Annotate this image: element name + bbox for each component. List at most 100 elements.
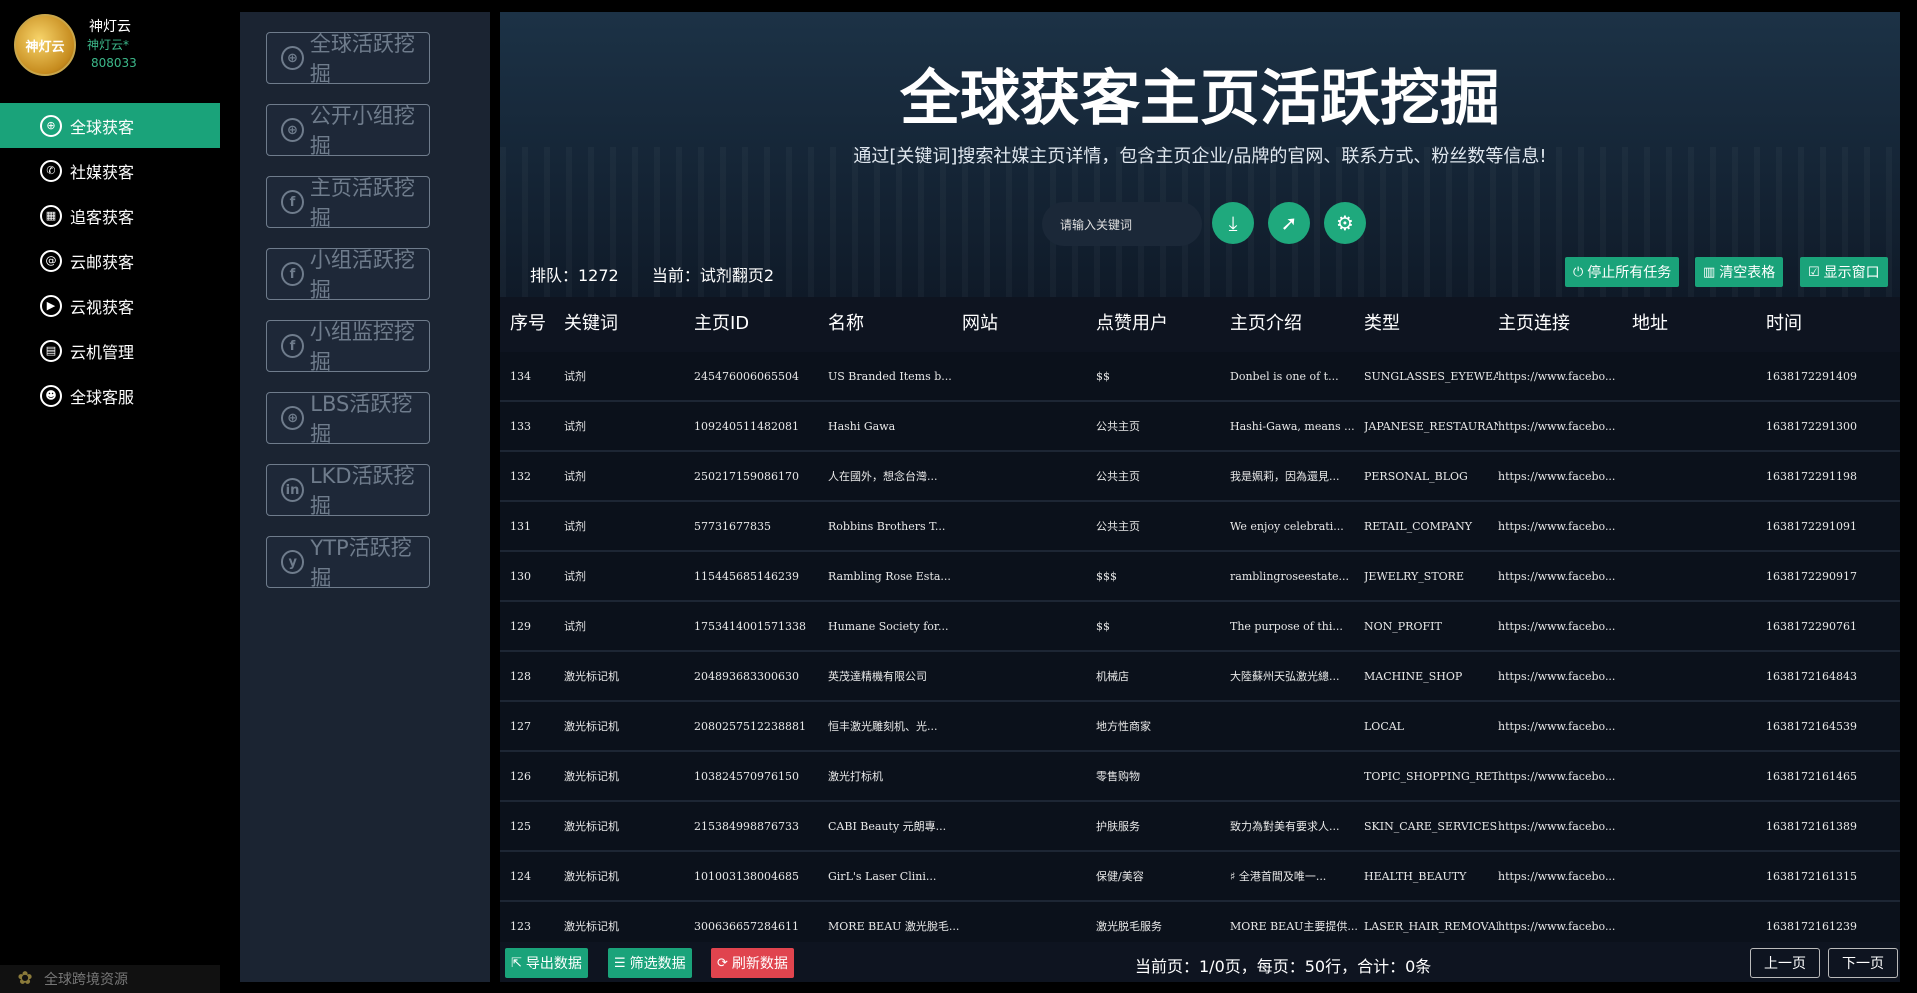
table-row[interactable]: 131 试剂 57731677835 Robbins Brothers T... 公共主… bbox=[500, 502, 1900, 552]
sidebar-item-5[interactable]: ▤ 云机管理 bbox=[0, 328, 220, 373]
settings-button[interactable]: ⚙ bbox=[1324, 202, 1366, 244]
support-icon: ☻ bbox=[40, 384, 62, 407]
filter-button[interactable]: ☰ 筛选数据 bbox=[608, 948, 692, 978]
table-row[interactable]: 126 激光标记机 103824570976150 激光打标机 零售购物 TOPIC_SH… bbox=[500, 752, 1900, 802]
table-footer: ⇱ 导出数据 ☰ 筛选数据 ⟳ 刷新数据 当前页：1/0页，每页：50行，合计：0条 … bbox=[500, 942, 1900, 982]
column-header[interactable]: 时间 bbox=[1766, 309, 1874, 335]
keyword-input[interactable]: 请输入关键词 bbox=[1042, 202, 1202, 246]
sidebar-item-6[interactable]: ☻ 全球客服 bbox=[0, 373, 220, 418]
table-row[interactable]: 124 激光标记机 101003138004685 GirL's Laser Clin… bbox=[500, 852, 1900, 902]
table-row[interactable]: 127 激光标记机 2080257512238881 恒丰激光雕刻机、光... 地方性商… bbox=[500, 702, 1900, 752]
play-icon: ▶ bbox=[40, 294, 62, 317]
table-cell: LASER_HAIR_REMOVAL bbox=[1364, 919, 1498, 933]
table-cell: SKIN_CARE_SERVICES bbox=[1364, 819, 1498, 833]
sidebar-item-label: 全球客服 bbox=[70, 387, 135, 407]
table-cell: 132 bbox=[510, 469, 531, 483]
mining-button-7[interactable]: y YTP活跃挖掘 bbox=[266, 536, 430, 590]
mining-button-1[interactable]: ⊕ 公开小组挖掘 bbox=[266, 104, 430, 158]
click-button[interactable]: ➚ bbox=[1268, 202, 1310, 244]
mining-button-3[interactable]: f 小组活跃挖掘 bbox=[266, 248, 430, 302]
export-label: 导出数据 bbox=[525, 956, 582, 972]
next-page-button[interactable]: 下一页 bbox=[1828, 948, 1898, 978]
table-row[interactable]: 129 试剂 1753414001571338 Humane Society for.… bbox=[500, 602, 1900, 652]
table-row[interactable]: 133 试剂 109240511482081 Hashi Gawa 公共主页 Hashi-… bbox=[500, 402, 1900, 452]
mining-button-2[interactable]: f 主页活跃挖掘 bbox=[266, 176, 430, 230]
refresh-icon: ⟳ bbox=[717, 955, 728, 971]
table-cell: 101003138004685 bbox=[694, 869, 799, 883]
table-cell: 公共主页 bbox=[1096, 520, 1140, 533]
page-title: 全球获客主页活跃挖掘 bbox=[900, 64, 1500, 134]
show-window-button[interactable]: ☑ 显示窗口 bbox=[1800, 257, 1888, 287]
column-header[interactable]: 网站 bbox=[962, 309, 1096, 335]
sidebar-item-label: 全球获客 bbox=[70, 117, 135, 137]
table-cell: SUNGLASSES_EYEWEAR... bbox=[1364, 369, 1498, 383]
table-cell: 护肤服务 bbox=[1096, 820, 1140, 833]
table-row[interactable]: 128 激光标记机 204893683300630 英茂達精機有限公司 机械店 大陸蘇州天… bbox=[500, 652, 1900, 702]
table-cell: 我是姵莉，因為還見... bbox=[1230, 470, 1340, 483]
mining-button-4[interactable]: f 小组监控挖掘 bbox=[266, 320, 430, 374]
table-body: 134 试剂 245476006065504 US Branded Items b..… bbox=[500, 352, 1900, 952]
table-cell: 1638172290761 bbox=[1766, 619, 1857, 633]
stop-all-button[interactable]: ⏻ 停止所有任务 bbox=[1565, 257, 1680, 287]
power-icon: ⏻ bbox=[1573, 264, 1584, 280]
export-button[interactable]: ⇱ 导出数据 bbox=[505, 948, 588, 978]
table-cell: 2080257512238881 bbox=[694, 719, 806, 733]
mining-button-0[interactable]: ⊕ 全球活跃挖掘 bbox=[266, 32, 430, 86]
table-cell: 133 bbox=[510, 419, 531, 433]
column-header[interactable]: 地址 bbox=[1632, 309, 1766, 335]
sidebar-item-label: 社媒获客 bbox=[70, 162, 135, 182]
table-cell: 124 bbox=[510, 869, 531, 883]
facebook-icon: f bbox=[281, 334, 304, 358]
table-cell: Donbel is one of t... bbox=[1230, 369, 1339, 383]
table-cell: US Branded Items b... bbox=[828, 369, 952, 383]
clear-table-button[interactable]: ▥ 清空表格 bbox=[1695, 257, 1784, 287]
prev-page-button[interactable]: 上一页 bbox=[1750, 948, 1820, 978]
column-header[interactable]: 主页介绍 bbox=[1230, 309, 1364, 335]
column-header[interactable]: 主页连接 bbox=[1498, 309, 1632, 335]
table-row[interactable]: 125 激光标记机 215384998876733 CABI Beauty 元朗專..… bbox=[500, 802, 1900, 852]
column-header[interactable]: 主页ID bbox=[694, 309, 828, 335]
column-header[interactable]: 点赞用户 bbox=[1096, 309, 1230, 335]
grid-icon: ▦ bbox=[40, 204, 62, 227]
column-header[interactable]: 类型 bbox=[1364, 309, 1498, 335]
sidebar-item-1[interactable]: ✆ 社媒获客 bbox=[0, 148, 220, 193]
table-cell: 机械店 bbox=[1096, 670, 1129, 683]
table-cell: Hashi Gawa bbox=[828, 419, 896, 433]
table-row[interactable]: 130 试剂 115445685146239 Rambling Rose Esta..… bbox=[500, 552, 1900, 602]
table-cell: Robbins Brothers T... bbox=[828, 519, 946, 533]
table-cell: https://www.facebo... bbox=[1498, 669, 1616, 683]
refresh-label: 刷新数据 bbox=[731, 956, 788, 972]
download-button[interactable]: ⤓ bbox=[1212, 202, 1254, 244]
sidebar-item-4[interactable]: ▶ 云视获客 bbox=[0, 283, 220, 328]
column-header[interactable]: 关键词 bbox=[560, 309, 694, 335]
table-cell: MORE BEAU主要提供... bbox=[1230, 920, 1358, 933]
sidebar-item-0[interactable]: ⊕ 全球获客 bbox=[0, 103, 220, 148]
mining-button-5[interactable]: ⊕ LBS活跃挖掘 bbox=[266, 392, 430, 446]
mining-button-6[interactable]: in LKD活跃挖掘 bbox=[266, 464, 430, 518]
table-header: 序号 关键词 主页ID 名称 网站 点赞用户 主页介绍 类型 主页连接 地址 时间 bbox=[500, 297, 1900, 347]
brand: 神灯云 神灯云 神灯云* 808033 bbox=[14, 12, 214, 82]
table-cell: 1638172291198 bbox=[1766, 469, 1857, 483]
table-cell: 激光标记机 bbox=[564, 670, 619, 683]
queue-count: 排队：1272 bbox=[530, 266, 619, 285]
main-panel: 全球获客主页活跃挖掘 通过[关键词]搜索社媒主页详情，包含主页企业/品牌的官网、… bbox=[500, 12, 1900, 982]
table-cell: https://www.facebo... bbox=[1498, 869, 1616, 883]
table-cell: https://www.facebo... bbox=[1498, 469, 1616, 483]
sidebar-footer-label: 全球跨境资源 bbox=[44, 972, 128, 988]
table-cell: 激光标记机 bbox=[564, 920, 619, 933]
mining-button-label: 小组监控挖掘 bbox=[309, 320, 415, 374]
table-row[interactable]: 132 试剂 250217159086170 人在國外，想念台灣... 公共主页 我是姵莉… bbox=[500, 452, 1900, 502]
column-header[interactable]: 名称 bbox=[828, 309, 962, 335]
table-cell: 300636657284611 bbox=[694, 919, 799, 933]
table-row[interactable]: 134 试剂 245476006065504 US Branded Items b..… bbox=[500, 352, 1900, 402]
column-header[interactable]: 序号 bbox=[500, 309, 560, 335]
queue-status: 排队：1272 当前：试剂翻页2 bbox=[530, 262, 802, 286]
mining-button-label: 公开小组挖掘 bbox=[309, 104, 415, 158]
refresh-button[interactable]: ⟳ 刷新数据 bbox=[711, 948, 794, 978]
table-cell: 试剂 bbox=[564, 420, 586, 433]
account-id: 808033 bbox=[91, 56, 137, 70]
sidebar-item-2[interactable]: ▦ 追客获客 bbox=[0, 193, 220, 238]
table-cell: 1638172291091 bbox=[1766, 519, 1857, 533]
sidebar-item-3[interactable]: @ 云邮获客 bbox=[0, 238, 220, 283]
sidebar-footer-link[interactable]: ✿ 全球跨境资源 bbox=[0, 965, 220, 993]
